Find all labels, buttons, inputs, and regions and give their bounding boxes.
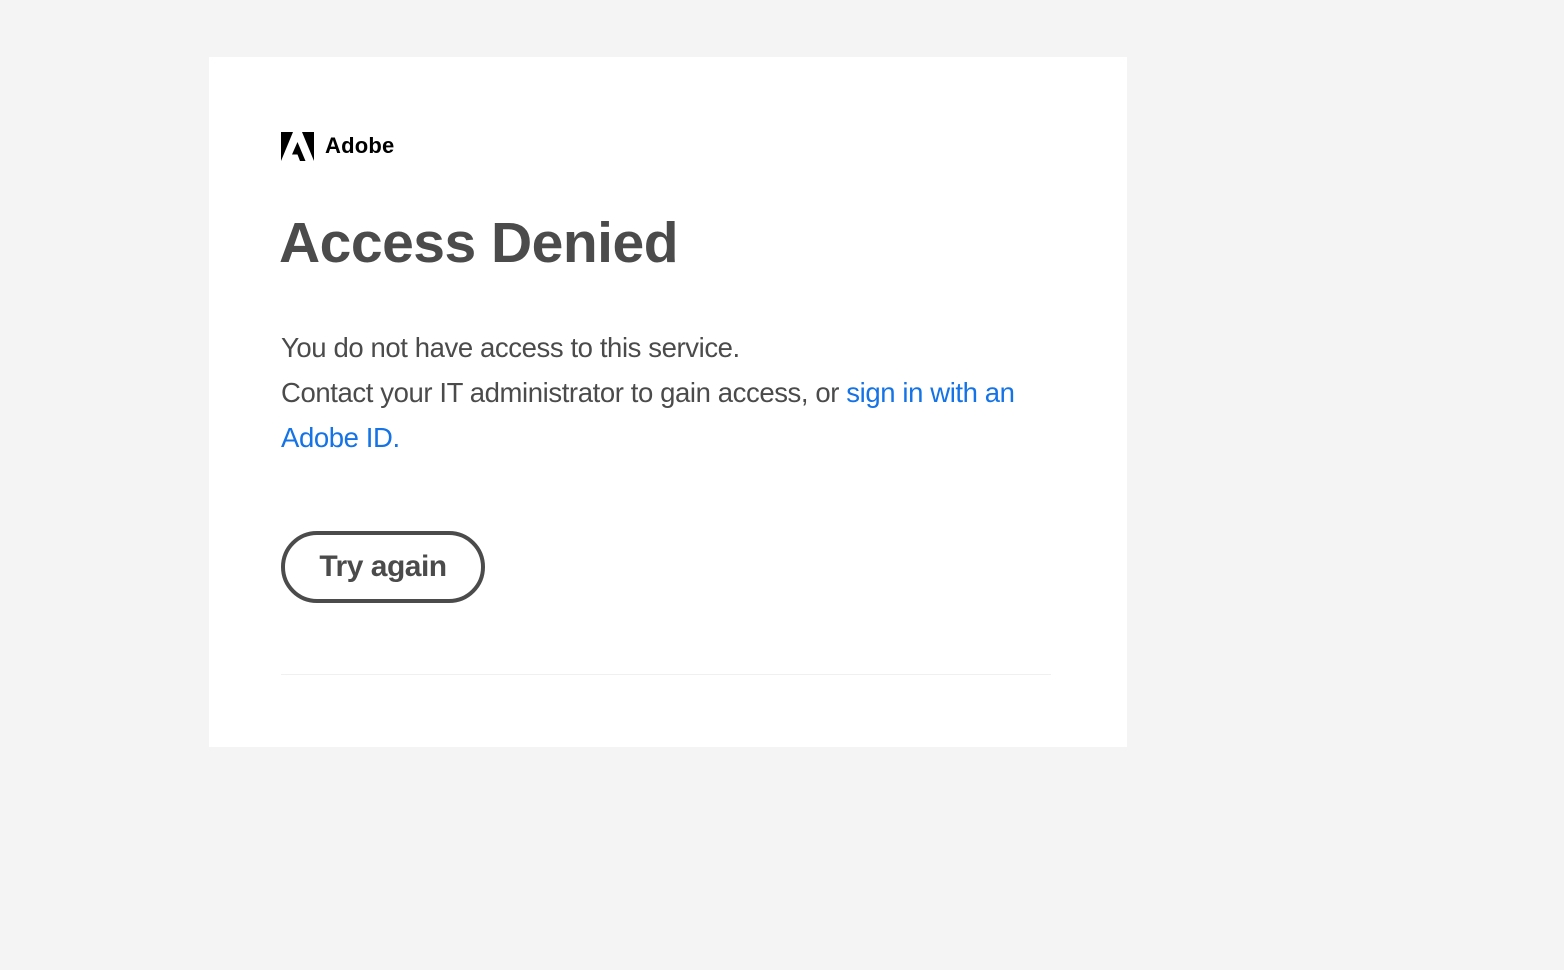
adobe-logo-icon bbox=[281, 131, 314, 161]
adobe-brand: Adobe bbox=[281, 131, 394, 161]
access-message: You do not have access to this service. … bbox=[281, 325, 1049, 460]
page-title: Access Denied bbox=[279, 211, 679, 275]
contact-admin-text: Contact your IT administrator to gain ac… bbox=[281, 377, 847, 408]
try-again-button[interactable]: Try again bbox=[281, 531, 485, 603]
no-access-text: You do not have access to this service. bbox=[281, 332, 740, 363]
brand-name: Adobe bbox=[325, 133, 395, 158]
card-content: Adobe Access Denied You do not have acce… bbox=[279, 57, 1051, 747]
divider bbox=[281, 674, 1051, 675]
access-denied-card: Adobe Access Denied You do not have acce… bbox=[209, 57, 1127, 747]
